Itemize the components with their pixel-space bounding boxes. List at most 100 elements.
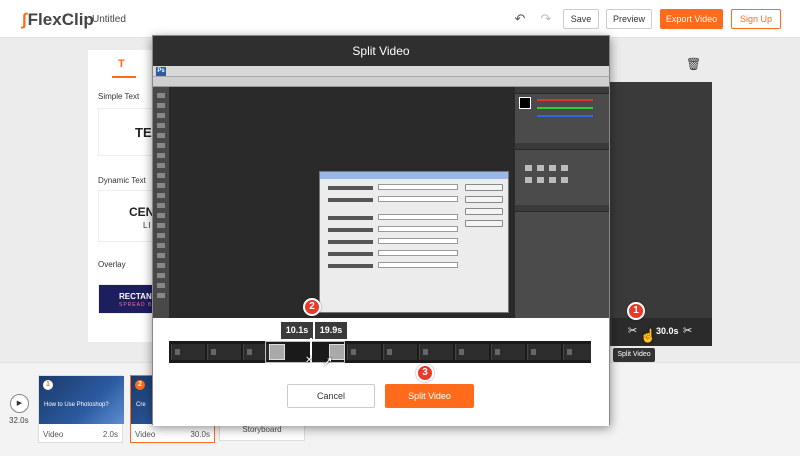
filmstrip-frame [383, 344, 417, 360]
clip-duration: 2.0s [102, 430, 118, 439]
ps-dialog-titlebar [320, 172, 508, 179]
ps-color-swatch [519, 97, 531, 109]
logo-text: FlexClip [27, 10, 94, 29]
ps-tool-icon [157, 223, 165, 228]
split-video-tooltip: Split Video [613, 348, 655, 362]
filmstrip-frame [419, 344, 453, 360]
ps-field-label [328, 252, 373, 256]
ps-tool-icon [157, 293, 165, 298]
split-time-left: 10.1s [281, 322, 313, 339]
ps-dialog-button [465, 196, 503, 203]
ps-tool-icon [157, 133, 165, 138]
pointer-cursor-icon: ➚ [323, 354, 334, 368]
undo-icon[interactable]: ↶ [512, 11, 528, 27]
frame-mark [459, 349, 464, 355]
ps-tool-icon [157, 253, 165, 258]
ps-field [378, 238, 458, 244]
ps-panel-header [515, 87, 609, 94]
filmstrip-frame [171, 344, 205, 360]
ps-new-document-dialog [319, 171, 509, 313]
ps-adjust-icon [549, 165, 556, 171]
filmstrip-frame [207, 344, 241, 360]
ps-dialog-button [465, 208, 503, 215]
timeline-clip-1[interactable]: 1 How to Use Photoshop? Video 2.0s [38, 375, 124, 443]
ps-adjust-icon [561, 165, 568, 171]
range-handle-left[interactable] [269, 344, 285, 360]
frame-mark [351, 349, 356, 355]
preview-button[interactable]: Preview [606, 9, 652, 29]
frame-mark [567, 349, 572, 355]
step-badge-3: 3 [416, 364, 434, 382]
filmstrip-frame [455, 344, 489, 360]
clip-type: Video [43, 430, 64, 439]
cancel-button[interactable]: Cancel [287, 384, 375, 408]
ps-tool-icon [157, 273, 165, 278]
ps-adjust-icon [549, 177, 556, 183]
photoshop-logo-icon: Ps [156, 67, 166, 76]
text-tab-icon[interactable]: T [118, 58, 125, 70]
ps-side-panels [515, 87, 609, 318]
ps-field-label [328, 186, 373, 190]
split-video-button[interactable]: Split Video [385, 384, 474, 408]
app-logo[interactable]: ∫FlexClip [22, 10, 94, 30]
frame-mark [387, 349, 392, 355]
clip-number: 1 [43, 380, 53, 390]
ps-dialog-button [465, 184, 503, 191]
filmstrip-frame [491, 344, 525, 360]
ps-panel-header [515, 143, 609, 150]
ps-tool-icon [157, 183, 165, 188]
video-filmstrip[interactable] [169, 341, 591, 363]
ps-adjust-icon [537, 165, 544, 171]
ps-tool-icon [157, 173, 165, 178]
frame-mark [247, 349, 252, 355]
template-sample-subtext: SPREAD B [119, 302, 153, 308]
trim-icon[interactable]: ✂ [683, 324, 692, 337]
ps-field-label [328, 198, 373, 202]
ps-tool-column [153, 87, 169, 318]
export-video-button[interactable]: Export Video [660, 9, 723, 29]
total-duration: 32.0s [9, 416, 29, 425]
clip-caption: How to Use Photoshop? [44, 402, 109, 408]
scissors-icon[interactable]: ✂ [628, 324, 637, 337]
logo-mark-icon: ∫ [22, 10, 27, 29]
ps-menubar: Ps [153, 66, 609, 77]
ps-tool-icon [157, 203, 165, 208]
ps-field-label [328, 216, 373, 220]
ps-tool-icon [157, 243, 165, 248]
document-title[interactable]: Untitled [92, 14, 126, 25]
ps-adjust-icon [537, 177, 544, 183]
play-icon[interactable]: ▶ [10, 394, 29, 413]
ps-field [378, 262, 458, 268]
canvas-preview-right [610, 82, 712, 346]
ps-tool-icon [157, 93, 165, 98]
clip-type: Video [135, 430, 156, 439]
save-button[interactable]: Save [563, 9, 599, 29]
ps-adjust-icon [525, 165, 532, 171]
split-time-right: 19.9s [315, 322, 347, 339]
ps-adjust-icon [525, 177, 532, 183]
ps-field-label [328, 240, 373, 244]
trash-icon[interactable]: 🗑 [686, 57, 701, 71]
video-duration: 30.0s [656, 326, 679, 336]
overlay-label: Overlay [98, 260, 126, 269]
ps-field-label [328, 228, 373, 232]
sign-up-button[interactable]: Sign Up [731, 9, 781, 29]
ps-field [378, 226, 458, 232]
frame-mark [211, 349, 216, 355]
split-marker-icon: ✕ [305, 355, 314, 366]
ps-tool-icon [157, 123, 165, 128]
simple-text-label: Simple Text [98, 92, 140, 101]
step-badge-1: 1 [627, 302, 645, 320]
tab-underline [112, 76, 136, 78]
ps-tool-icon [157, 213, 165, 218]
ps-canvas-area [169, 87, 515, 318]
ps-field [378, 214, 458, 220]
ps-adjust-icon [561, 177, 568, 183]
clip-duration: 30.0s [190, 430, 210, 439]
ps-tool-icon [157, 153, 165, 158]
redo-icon[interactable]: ↷ [538, 11, 554, 27]
frame-mark [495, 349, 500, 355]
ps-field [378, 196, 458, 202]
ps-field [378, 250, 458, 256]
ps-panel-header [515, 205, 609, 212]
